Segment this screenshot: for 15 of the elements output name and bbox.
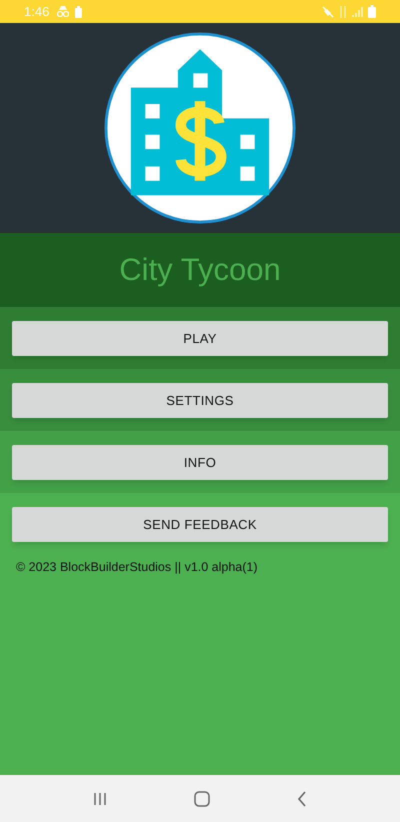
- recent-apps-icon[interactable]: [93, 792, 108, 806]
- signal-icon: [352, 6, 364, 17]
- home-icon[interactable]: [194, 790, 210, 806]
- app-title: City Tycoon: [119, 250, 281, 289]
- mute-icon: [322, 6, 334, 18]
- back-icon[interactable]: [296, 790, 307, 806]
- menu-button[interactable]: INFO: [12, 445, 388, 480]
- notification-icon: [57, 6, 70, 17]
- battery-icon: [75, 6, 82, 18]
- status-time: 1:46: [24, 2, 50, 21]
- battery-icon: [368, 5, 376, 18]
- copyright-text: © 2023 BlockBuilderStudios || v1.0 alpha(1): [16, 559, 259, 576]
- menu-button[interactable]: PLAY: [12, 321, 388, 356]
- menu-button[interactable]: SETTINGS: [12, 383, 388, 418]
- menu-button[interactable]: SEND FEEDBACK: [12, 507, 388, 542]
